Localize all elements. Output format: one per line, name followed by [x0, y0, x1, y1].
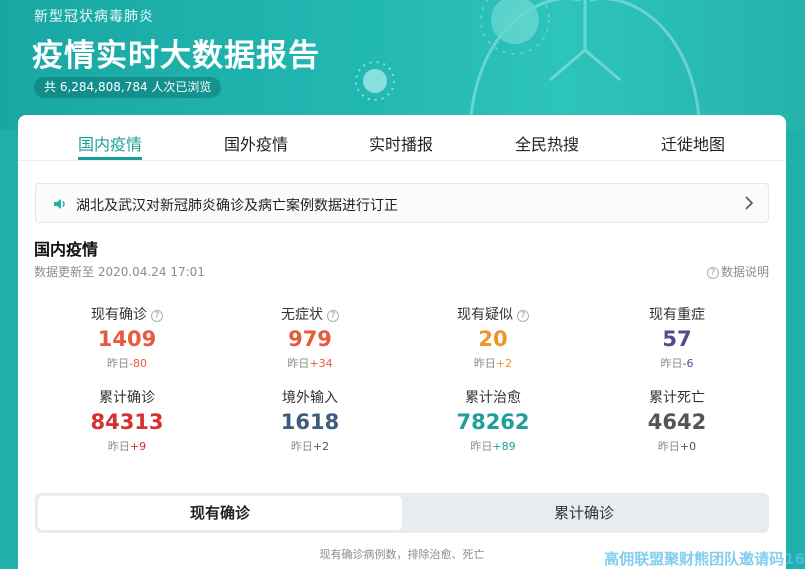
stat-delta-row: 昨日-80	[42, 355, 212, 371]
tab-overseas[interactable]: 国外疫情	[224, 131, 288, 155]
stat-label-row: 累计治愈	[408, 387, 578, 406]
stat-delta-prefix: 昨日	[657, 440, 680, 453]
stat-delta: -80	[129, 357, 147, 370]
stat-value: 57	[662, 327, 692, 351]
watermark: 高佣联盟聚财熊团队邀请码16	[604, 550, 805, 568]
stat-block: 境外输入 1618 昨日+2	[225, 387, 395, 454]
help-icon: ?	[706, 267, 719, 279]
tab-domestic[interactable]: 国内疫情	[78, 131, 142, 155]
stat-delta-row: 昨日+34	[225, 355, 395, 371]
segment-control: 现有确诊 累计确诊	[35, 493, 769, 533]
stat-label: 境外输入	[282, 390, 338, 406]
stat-value: 84313	[90, 410, 164, 434]
speaker-icon	[54, 199, 65, 209]
notice-bar[interactable]: 湖北及武汉对新冠肺炎确诊及病亡案例数据进行订正	[35, 183, 769, 223]
stat-delta: +89	[492, 440, 516, 453]
hero-subtitle: 新型冠状病毒肺炎	[34, 9, 154, 25]
stat-delta: +0	[679, 440, 697, 453]
stat-label-row: 累计死亡	[592, 387, 762, 406]
stat-block: 累计死亡 4642 昨日+0	[592, 387, 762, 454]
stat-delta-row: 昨日+2	[408, 355, 578, 371]
data-note-link[interactable]: ? 数据说明	[706, 263, 769, 280]
view-count-badge: 共 6,284,808,784 人次已浏览	[34, 77, 222, 98]
tab-bar: 国内疫情 国外疫情 实时播报 全民热搜 迁徙地图	[18, 115, 786, 161]
lung-virus-illustration	[468, 0, 702, 130]
stat-delta-prefix: 昨日	[107, 357, 130, 370]
stat-delta-row: 昨日+89	[408, 438, 578, 454]
notice-text: 湖北及武汉对新冠肺炎确诊及病亡案例数据进行订正	[76, 198, 398, 214]
report-card: 国内疫情 国外疫情 实时播报 全民热搜 迁徙地图 湖北及武汉对新冠肺炎确诊及病亡…	[18, 115, 786, 569]
stat-block: 无症状? 979 昨日+34	[225, 304, 395, 371]
stat-delta-row: 昨日-6	[592, 355, 762, 371]
stat-block: 现有疑似? 20 昨日+2	[408, 304, 578, 371]
segment-total-confirmed[interactable]: 累计确诊	[402, 496, 766, 530]
page-title: 疫情实时大数据报告	[32, 38, 320, 74]
stat-delta-prefix: 昨日	[470, 440, 493, 453]
stat-delta: -6	[682, 357, 694, 370]
stat-label: 累计确诊	[99, 390, 155, 406]
virus-icon	[355, 61, 395, 101]
stat-block: 累计治愈 78262 昨日+89	[408, 387, 578, 454]
stat-label-row: 现有疑似?	[408, 304, 578, 323]
stat-delta: +2	[312, 440, 330, 453]
stat-label: 现有疑似	[457, 307, 513, 323]
stat-delta: +9	[129, 440, 147, 453]
stat-label-row: 现有确诊?	[42, 304, 212, 323]
stat-label-row: 境外输入	[225, 387, 395, 406]
segment-current-confirmed[interactable]: 现有确诊	[38, 496, 402, 530]
help-icon[interactable]: ?	[327, 310, 339, 322]
stat-delta-prefix: 昨日	[660, 357, 683, 370]
stat-block: 现有确诊? 1409 昨日-80	[42, 304, 212, 371]
update-time: 数据更新至 2020.04.24 17:01	[34, 265, 205, 279]
stat-value: 78262	[456, 410, 530, 434]
stat-label: 累计死亡	[649, 390, 705, 406]
stat-block: 现有重症 57 昨日-6	[592, 304, 762, 371]
chevron-right-icon	[745, 196, 754, 210]
stat-delta: +2	[495, 357, 513, 370]
tab-hot-search[interactable]: 全民热搜	[515, 131, 579, 155]
stat-label-row: 累计确诊	[42, 387, 212, 406]
stat-delta: +34	[309, 357, 333, 370]
stat-delta-prefix: 昨日	[107, 440, 130, 453]
stat-label: 现有重症	[649, 307, 705, 323]
stat-delta-row: 昨日+0	[592, 438, 762, 454]
stat-block: 累计确诊 84313 昨日+9	[42, 387, 212, 454]
tab-live-news[interactable]: 实时播报	[369, 131, 433, 155]
stat-delta-row: 昨日+9	[42, 438, 212, 454]
stat-value: 1618	[280, 410, 340, 434]
stat-label-row: 现有重症	[592, 304, 762, 323]
active-tab-indicator	[78, 157, 142, 160]
stat-value: 4642	[647, 410, 707, 434]
stat-delta-prefix: 昨日	[473, 357, 496, 370]
section-title: 国内疫情	[34, 240, 99, 259]
stat-delta-prefix: 昨日	[287, 357, 310, 370]
tab-migration-map[interactable]: 迁徙地图	[661, 131, 725, 155]
stat-label: 累计治愈	[465, 390, 521, 406]
stat-label: 无症状	[281, 307, 323, 323]
stat-label-row: 无症状?	[225, 304, 395, 323]
stat-value: 20	[478, 327, 508, 351]
stat-delta-row: 昨日+2	[225, 438, 395, 454]
stat-delta-prefix: 昨日	[290, 440, 313, 453]
stat-label: 现有确诊	[91, 307, 147, 323]
stat-value: 1409	[97, 327, 157, 351]
help-icon[interactable]: ?	[517, 310, 529, 322]
data-note-label: 数据说明	[720, 265, 769, 279]
help-icon[interactable]: ?	[151, 310, 163, 322]
hero-banner: 新型冠状病毒肺炎 疫情实时大数据报告 共 6,284,808,784 人次已浏览	[0, 0, 805, 130]
stat-value: 979	[288, 327, 332, 351]
